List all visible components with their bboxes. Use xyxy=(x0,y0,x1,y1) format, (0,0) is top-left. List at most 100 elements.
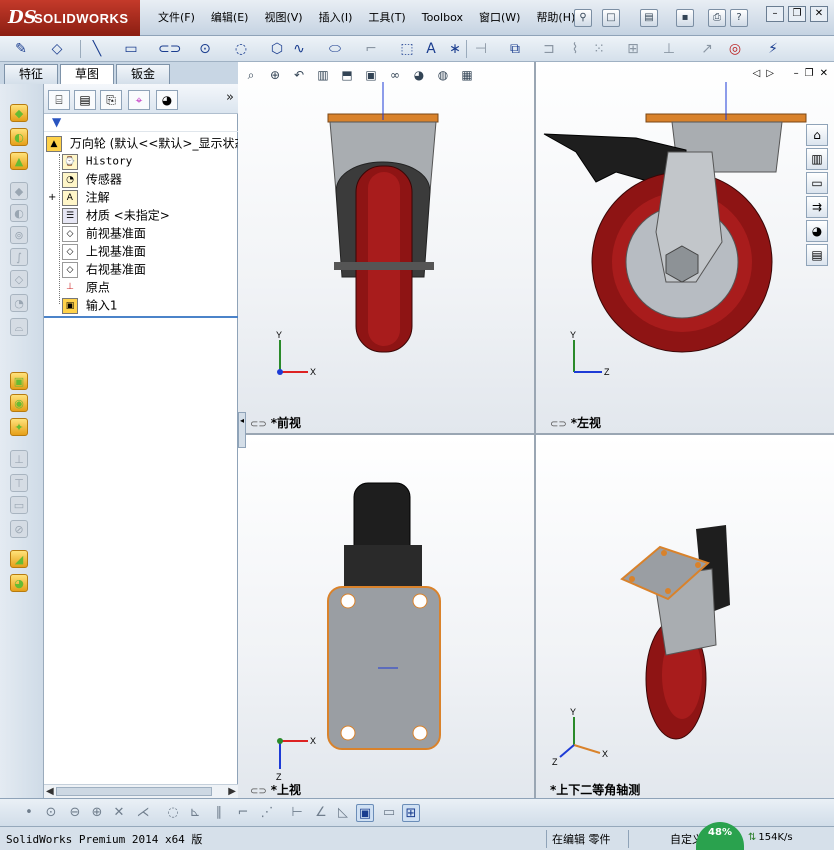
tree-item-history[interactable]: ⌚ History xyxy=(62,152,132,170)
tree-item-sensors[interactable]: ◔ 传感器 xyxy=(62,170,122,188)
link-views-icon[interactable]: ⊂⊃ xyxy=(550,419,567,430)
sketch-icon[interactable]: ✎ xyxy=(12,40,30,58)
feature-tree-tab-icon[interactable]: ⌸ xyxy=(48,90,70,110)
intersect-icon[interactable]: ✦ xyxy=(10,418,28,436)
configuration-manager-tab-icon[interactable]: ⎘ xyxy=(100,90,122,110)
zoom-to-fit-icon[interactable]: ⌕ xyxy=(242,66,260,84)
display-manager-tab-icon[interactable]: ◕ xyxy=(156,90,178,110)
wrap-icon[interactable]: ◉ xyxy=(10,394,28,412)
ellipse-icon[interactable]: ⬭ xyxy=(326,40,344,58)
rib-icon[interactable]: ◢ xyxy=(10,550,28,568)
menu-view[interactable]: 视图(V) xyxy=(256,9,310,27)
text-icon[interactable]: A xyxy=(422,40,440,58)
four-view-icon[interactable]: ⊞ xyxy=(402,804,420,822)
new-document-icon[interactable]: □ xyxy=(602,9,620,27)
hole-wizard-icon[interactable]: ⊚ xyxy=(10,226,28,244)
boundary-cut-icon[interactable]: ◔ xyxy=(10,294,28,312)
revolved-boss-icon[interactable]: ◐ xyxy=(10,128,28,146)
viewport-splitter-vertical[interactable] xyxy=(534,62,536,798)
polygon-icon[interactable]: ⬡ xyxy=(268,40,286,58)
fillet-icon[interactable]: ⌐ xyxy=(362,40,380,58)
center-point-icon[interactable]: ⊙ xyxy=(42,804,60,822)
tree-item-top-plane[interactable]: ◇ 上视基准面 xyxy=(62,242,146,260)
scroll-left-icon[interactable]: ◀ xyxy=(46,786,54,797)
menu-toolbox[interactable]: Toolbox xyxy=(414,9,471,27)
repair-sketch-icon[interactable]: ↗ xyxy=(698,40,716,58)
previous-view-icon[interactable]: ↶ xyxy=(290,66,308,84)
save-icon[interactable]: ▪ xyxy=(676,9,694,27)
shell-icon[interactable]: ▣ xyxy=(10,372,28,390)
reference-geometry-icon[interactable]: ⊥ xyxy=(10,450,28,468)
angle-icon[interactable]: ∠ xyxy=(312,804,330,822)
slot-icon[interactable]: ⊂⊃ xyxy=(158,40,181,58)
custom-properties-icon[interactable]: ▤ xyxy=(806,244,828,266)
graphics-area[interactable]: ⌕ ⊕ ↶ ▥ ⬒ ▣ ∞ ◕ ◍ ▦ Y X ⊂⊃ *前视 ◁ ▷ – ❐ ✕… xyxy=(238,62,834,798)
tab-features[interactable]: 特征 xyxy=(4,64,58,84)
rectangle-icon[interactable]: ▭ xyxy=(122,40,140,58)
panel-collapse-toggle[interactable]: ◂ xyxy=(238,412,246,448)
curves-icon[interactable]: ⊤ xyxy=(10,474,28,492)
viewport-restore-icon[interactable]: ❐ xyxy=(805,68,814,79)
menu-file[interactable]: 文件(F) xyxy=(150,9,203,27)
display-style-icon[interactable]: ▣ xyxy=(362,66,380,84)
link-views-icon[interactable]: ⊂⊃ xyxy=(250,786,267,797)
menu-edit[interactable]: 编辑(E) xyxy=(203,9,257,27)
tab-sheet-metal[interactable]: 钣金 xyxy=(116,64,170,84)
rollback-bar[interactable] xyxy=(44,316,238,318)
line-icon[interactable]: ╲ xyxy=(88,40,106,58)
length-icon[interactable]: ⊢ xyxy=(288,804,306,822)
angle2-icon[interactable]: ◺ xyxy=(334,804,352,822)
tree-item-annotations[interactable]: + A 注解 xyxy=(48,188,110,206)
link-views-icon[interactable]: ⊂⊃ xyxy=(250,419,267,430)
intersection-icon[interactable]: ✕ xyxy=(110,804,128,822)
print-icon[interactable]: ⎙ xyxy=(708,9,726,27)
point-icon[interactable]: ∗ xyxy=(446,40,464,58)
property-manager-tab-icon[interactable]: ▤ xyxy=(74,90,96,110)
mirror-icon[interactable]: ⌇ xyxy=(566,40,584,58)
more-tabs-icon[interactable]: » xyxy=(226,90,234,105)
minimize-icon[interactable]: – xyxy=(766,6,784,22)
point-snap-icon[interactable]: • xyxy=(20,804,38,822)
circle-icon[interactable]: ⊙ xyxy=(196,40,214,58)
shaded-view-icon[interactable]: ▣ xyxy=(356,804,374,822)
menu-insert[interactable]: 插入(I) xyxy=(311,9,361,27)
solidworks-resources-icon[interactable]: ⌂ xyxy=(806,124,828,146)
tree-root-part[interactable]: ▲ 万向轮 (默认<<默认>_显示状态 xyxy=(46,134,247,152)
horizontal-scrollbar[interactable]: ◀ ▶ xyxy=(44,784,238,798)
parallel-icon[interactable]: ∥ xyxy=(210,804,228,822)
menu-window[interactable]: 窗口(W) xyxy=(471,9,528,27)
viewport-minimize-icon[interactable]: – xyxy=(794,68,799,79)
viewport-splitter-horizontal[interactable] xyxy=(238,433,834,435)
restore-icon[interactable]: ❐ xyxy=(788,6,806,22)
view-orientation-icon[interactable]: ⬒ xyxy=(338,66,356,84)
perpendicular-icon[interactable]: ⊾ xyxy=(186,804,204,822)
tree-item-right-plane[interactable]: ◇ 右视基准面 xyxy=(62,260,146,278)
zoom-to-area-icon[interactable]: ⊕ xyxy=(266,66,284,84)
viewport-close-icon[interactable]: ✕ xyxy=(820,68,828,79)
view-palette-icon[interactable]: ⇉ xyxy=(806,196,828,218)
linear-pattern-icon[interactable]: ⁙ xyxy=(590,40,608,58)
instant3d-icon[interactable]: ▭ xyxy=(10,496,28,514)
horizontal-vertical-icon[interactable]: ⌐ xyxy=(234,804,252,822)
convert-entities-icon[interactable]: ⧉ xyxy=(506,40,524,58)
viewport-prev-icon[interactable]: ◁ xyxy=(753,68,761,79)
midpoint-icon[interactable]: ⊖ xyxy=(66,804,84,822)
appearances-icon[interactable]: ◕ xyxy=(806,220,828,242)
swept-boss-icon[interactable]: ▲ xyxy=(10,152,28,170)
dimxpert-tab-icon[interactable]: ⌖ xyxy=(128,90,150,110)
extruded-boss-icon[interactable]: ◆ xyxy=(10,104,28,122)
open-icon[interactable]: ▤ xyxy=(640,9,658,27)
viewport-left[interactable]: ◁ ▷ – ❐ ✕ Y Z ⊂⊃ *左视 xyxy=(536,62,834,433)
viewport-top[interactable]: X Z ⊂⊃ *上视 xyxy=(238,435,534,798)
section-view-icon[interactable]: ▥ xyxy=(314,66,332,84)
view-single-icon[interactable]: ▭ xyxy=(380,804,398,822)
revolved-cut-icon[interactable]: ◐ xyxy=(10,204,28,222)
tab-sketch[interactable]: 草图 xyxy=(60,64,114,84)
viewport-front[interactable]: ⌕ ⊕ ↶ ▥ ⬒ ▣ ∞ ◕ ◍ ▦ Y X ⊂⊃ *前视 xyxy=(238,62,534,433)
fillet-feature-icon[interactable]: ⌓ xyxy=(10,318,28,336)
tree-item-origin[interactable]: ⊥ 原点 xyxy=(62,278,110,296)
move-entities-icon[interactable]: ⊞ xyxy=(624,40,642,58)
solidworks-logo[interactable]: DS SOLIDWORKS xyxy=(0,0,140,36)
hide-show-items-icon[interactable]: ∞ xyxy=(386,66,404,84)
menu-tools[interactable]: 工具(T) xyxy=(360,9,413,27)
